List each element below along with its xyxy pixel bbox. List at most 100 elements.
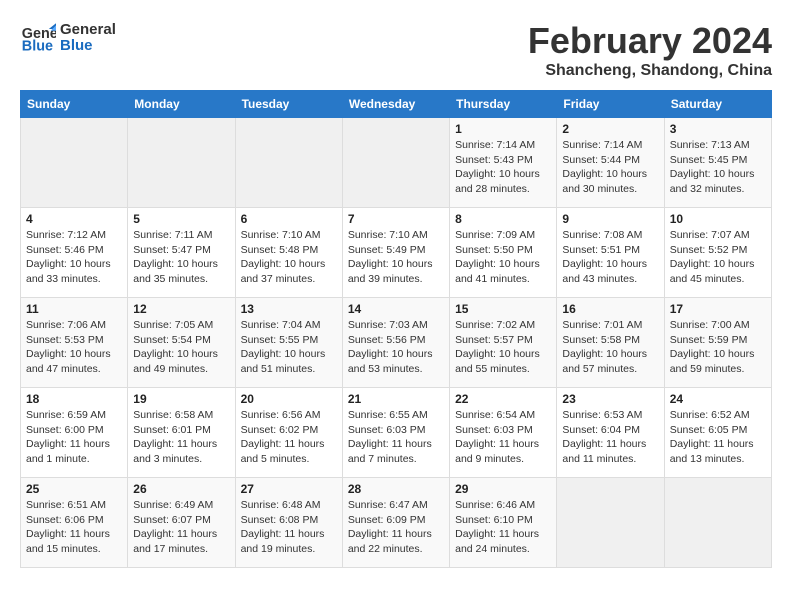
- title-area: February 2024 Shancheng, Shandong, China: [528, 20, 772, 80]
- calendar-cell: 14Sunrise: 7:03 AMSunset: 5:56 PMDayligh…: [342, 298, 449, 388]
- day-info: Sunrise: 7:04 AMSunset: 5:55 PMDaylight:…: [241, 318, 337, 377]
- week-row-5: 25 Sunrise: 6:51 AMSunset: 6:06 PMDayligh…: [21, 478, 772, 568]
- day-number: 25: [26, 482, 122, 496]
- calendar-cell: [664, 478, 771, 568]
- day-number: 5: [133, 212, 229, 226]
- calendar-cell: 22Sunrise: 6:54 AMSunset: 6:03 PMDayligh…: [450, 388, 557, 478]
- day-number: 19: [133, 392, 229, 406]
- week-row-1: 1 Sunrise: 7:14 AMSunset: 5:43 PMDaylight…: [21, 118, 772, 208]
- day-info: Sunrise: 6:56 AMSunset: 6:02 PMDaylight:…: [241, 408, 337, 467]
- day-info: Sunrise: 6:47 AMSunset: 6:09 PMDaylight:…: [348, 498, 444, 557]
- calendar-cell: 7 Sunrise: 7:10 AMSunset: 5:49 PMDaylight…: [342, 208, 449, 298]
- day-info: Sunrise: 7:11 AMSunset: 5:47 PMDaylight:…: [133, 228, 229, 287]
- day-info: Sunrise: 7:00 AMSunset: 5:59 PMDaylight:…: [670, 318, 766, 377]
- calendar-cell: 23 Sunrise: 6:53 AMSunset: 6:04 PMDayligh…: [557, 388, 664, 478]
- calendar-cell: [128, 118, 235, 208]
- calendar-cell: 24 Sunrise: 6:52 AMSunset: 6:05 PMDayligh…: [664, 388, 771, 478]
- calendar-body: 1 Sunrise: 7:14 AMSunset: 5:43 PMDaylight…: [21, 118, 772, 568]
- calendar-cell: 16 Sunrise: 7:01 AMSunset: 5:58 PMDayligh…: [557, 298, 664, 388]
- calendar-cell: 13 Sunrise: 7:04 AMSunset: 5:55 PMDayligh…: [235, 298, 342, 388]
- day-number: 26: [133, 482, 229, 496]
- week-row-2: 4 Sunrise: 7:12 AMSunset: 5:46 PMDaylight…: [21, 208, 772, 298]
- weekday-header-row: SundayMondayTuesdayWednesdayThursdayFrid…: [21, 91, 772, 118]
- day-info: Sunrise: 6:53 AMSunset: 6:04 PMDaylight:…: [562, 408, 658, 467]
- day-number: 24: [670, 392, 766, 406]
- calendar-cell: 12Sunrise: 7:05 AMSunset: 5:54 PMDayligh…: [128, 298, 235, 388]
- day-info: Sunrise: 7:14 AMSunset: 5:43 PMDaylight:…: [455, 138, 551, 197]
- day-number: 17: [670, 302, 766, 316]
- calendar-cell: 5 Sunrise: 7:11 AMSunset: 5:47 PMDaylight…: [128, 208, 235, 298]
- logo: General Blue General Blue: [20, 20, 116, 56]
- weekday-thursday: Thursday: [450, 91, 557, 118]
- weekday-monday: Monday: [128, 91, 235, 118]
- calendar-cell: 9Sunrise: 7:08 AMSunset: 5:51 PMDaylight…: [557, 208, 664, 298]
- day-info: Sunrise: 6:52 AMSunset: 6:05 PMDaylight:…: [670, 408, 766, 467]
- day-number: 2: [562, 122, 658, 136]
- calendar-cell: 25 Sunrise: 6:51 AMSunset: 6:06 PMDayligh…: [21, 478, 128, 568]
- day-number: 23: [562, 392, 658, 406]
- calendar-cell: 1 Sunrise: 7:14 AMSunset: 5:43 PMDaylight…: [450, 118, 557, 208]
- day-info: Sunrise: 7:13 AMSunset: 5:45 PMDaylight:…: [670, 138, 766, 197]
- day-info: Sunrise: 6:54 AMSunset: 6:03 PMDaylight:…: [455, 408, 551, 467]
- day-number: 27: [241, 482, 337, 496]
- day-info: Sunrise: 7:01 AMSunset: 5:58 PMDaylight:…: [562, 318, 658, 377]
- weekday-saturday: Saturday: [664, 91, 771, 118]
- calendar-cell: 28 Sunrise: 6:47 AMSunset: 6:09 PMDayligh…: [342, 478, 449, 568]
- calendar-cell: 18Sunrise: 6:59 AMSunset: 6:00 PMDayligh…: [21, 388, 128, 478]
- weekday-tuesday: Tuesday: [235, 91, 342, 118]
- day-info: Sunrise: 7:10 AMSunset: 5:49 PMDaylight:…: [348, 228, 444, 287]
- weekday-friday: Friday: [557, 91, 664, 118]
- day-info: Sunrise: 6:46 AMSunset: 6:10 PMDaylight:…: [455, 498, 551, 557]
- page-title: February 2024: [528, 20, 772, 62]
- day-number: 20: [241, 392, 337, 406]
- calendar-cell: 6Sunrise: 7:10 AMSunset: 5:48 PMDaylight…: [235, 208, 342, 298]
- day-number: 10: [670, 212, 766, 226]
- logo-blue: Blue: [60, 38, 116, 55]
- calendar-cell: 20 Sunrise: 6:56 AMSunset: 6:02 PMDayligh…: [235, 388, 342, 478]
- week-row-4: 18Sunrise: 6:59 AMSunset: 6:00 PMDayligh…: [21, 388, 772, 478]
- day-number: 13: [241, 302, 337, 316]
- weekday-sunday: Sunday: [21, 91, 128, 118]
- calendar-cell: 26 Sunrise: 6:49 AMSunset: 6:07 PMDayligh…: [128, 478, 235, 568]
- day-number: 8: [455, 212, 551, 226]
- day-info: Sunrise: 6:58 AMSunset: 6:01 PMDaylight:…: [133, 408, 229, 467]
- day-info: Sunrise: 7:14 AMSunset: 5:44 PMDaylight:…: [562, 138, 658, 197]
- calendar-cell: 2 Sunrise: 7:14 AMSunset: 5:44 PMDaylight…: [557, 118, 664, 208]
- day-info: Sunrise: 7:09 AMSunset: 5:50 PMDaylight:…: [455, 228, 551, 287]
- day-info: Sunrise: 7:05 AMSunset: 5:54 PMDaylight:…: [133, 318, 229, 377]
- day-number: 7: [348, 212, 444, 226]
- day-number: 14: [348, 302, 444, 316]
- calendar-cell: 8 Sunrise: 7:09 AMSunset: 5:50 PMDaylight…: [450, 208, 557, 298]
- day-info: Sunrise: 7:07 AMSunset: 5:52 PMDaylight:…: [670, 228, 766, 287]
- calendar-cell: 19 Sunrise: 6:58 AMSunset: 6:01 PMDayligh…: [128, 388, 235, 478]
- day-number: 4: [26, 212, 122, 226]
- day-info: Sunrise: 6:59 AMSunset: 6:00 PMDaylight:…: [26, 408, 122, 467]
- calendar-cell: 21Sunrise: 6:55 AMSunset: 6:03 PMDayligh…: [342, 388, 449, 478]
- calendar-cell: [235, 118, 342, 208]
- day-number: 29: [455, 482, 551, 496]
- logo-general: General: [60, 22, 116, 39]
- calendar-cell: 10 Sunrise: 7:07 AMSunset: 5:52 PMDayligh…: [664, 208, 771, 298]
- page-header: General Blue General Blue February 2024 …: [20, 20, 772, 80]
- calendar-table: SundayMondayTuesdayWednesdayThursdayFrid…: [20, 90, 772, 568]
- weekday-wednesday: Wednesday: [342, 91, 449, 118]
- day-info: Sunrise: 7:02 AMSunset: 5:57 PMDaylight:…: [455, 318, 551, 377]
- svg-text:Blue: Blue: [22, 39, 53, 55]
- calendar-cell: [342, 118, 449, 208]
- logo-icon: General Blue: [20, 20, 56, 56]
- day-info: Sunrise: 6:49 AMSunset: 6:07 PMDaylight:…: [133, 498, 229, 557]
- week-row-3: 11 Sunrise: 7:06 AMSunset: 5:53 PMDayligh…: [21, 298, 772, 388]
- page-subtitle: Shancheng, Shandong, China: [528, 62, 772, 80]
- day-info: Sunrise: 7:12 AMSunset: 5:46 PMDaylight:…: [26, 228, 122, 287]
- day-number: 6: [241, 212, 337, 226]
- calendar-cell: 4 Sunrise: 7:12 AMSunset: 5:46 PMDaylight…: [21, 208, 128, 298]
- day-number: 1: [455, 122, 551, 136]
- calendar-cell: 27Sunrise: 6:48 AMSunset: 6:08 PMDayligh…: [235, 478, 342, 568]
- day-info: Sunrise: 7:06 AMSunset: 5:53 PMDaylight:…: [26, 318, 122, 377]
- day-number: 28: [348, 482, 444, 496]
- day-number: 9: [562, 212, 658, 226]
- day-number: 16: [562, 302, 658, 316]
- calendar-cell: 11 Sunrise: 7:06 AMSunset: 5:53 PMDayligh…: [21, 298, 128, 388]
- day-number: 11: [26, 302, 122, 316]
- day-info: Sunrise: 6:51 AMSunset: 6:06 PMDaylight:…: [26, 498, 122, 557]
